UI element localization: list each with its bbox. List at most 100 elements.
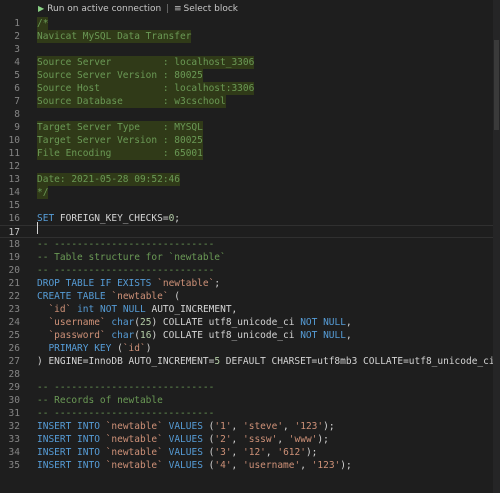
code-text: */: [37, 186, 49, 199]
code-line[interactable]: 34 INSERT INTO `newtable` VALUES ('3', '1…: [0, 446, 500, 459]
code-text: Source Database : w3cschool: [37, 95, 226, 108]
line-number: 35: [8, 460, 20, 471]
code-token: (: [202, 447, 215, 458]
code-token: VALUES: [168, 460, 203, 471]
code-token: -- ----------------------------: [37, 265, 215, 276]
code-text: -- Records of newtable: [37, 394, 163, 407]
code-line[interactable]: 4 Source Server : localhost_3306: [0, 56, 500, 69]
code-line[interactable]: 21 DROP TABLE IF EXISTS `newtable`;: [0, 277, 500, 290]
code-token: `id`: [48, 304, 72, 315]
code-token: );: [323, 421, 335, 432]
code-token: SET: [37, 213, 55, 224]
code-line[interactable]: 9 Target Server Type : MYSQL: [0, 121, 500, 134]
line-number: 7: [14, 96, 20, 107]
code-text: ) ENGINE=InnoDB AUTO_INCREMENT=5 DEFAULT…: [37, 355, 500, 368]
code-token: INSERT INTO: [37, 447, 100, 458]
code-token: 'username': [243, 460, 301, 471]
code-line[interactable]: 35 INSERT INTO `newtable` VALUES ('4', 'u…: [0, 459, 500, 472]
code-token: '123': [311, 460, 341, 471]
code-line[interactable]: 30 -- Records of newtable: [0, 394, 500, 407]
code-line[interactable]: 27) ENGINE=InnoDB AUTO_INCREMENT=5 DEFAU…: [0, 355, 500, 368]
code-line[interactable]: 13 Date: 2021-05-28 09:52:46: [0, 173, 500, 186]
code-line[interactable]: 20 -- ----------------------------: [0, 264, 500, 277]
code-token: 'steve': [243, 421, 284, 432]
code-token: `password`: [48, 330, 106, 341]
code-line[interactable]: 15: [0, 199, 500, 212]
code-token: DEFAULT CHARSET=utf8mb3 COLLATE=utf8_uni…: [220, 356, 500, 367]
code-text: -- ----------------------------: [37, 407, 214, 420]
vertical-scrollbar[interactable]: [493, 0, 500, 493]
code-line[interactable]: 28: [0, 368, 500, 381]
code-token: 25: [140, 317, 152, 328]
code-token: Source Host : localhost:3306: [37, 83, 255, 94]
code-line[interactable]: 22 CREATE TABLE `newtable` (: [0, 290, 500, 303]
code-token: ,: [231, 434, 243, 445]
line-number: 3: [14, 44, 20, 55]
code-token: FOREIGN_KEY_CHECKS=: [54, 213, 169, 224]
code-text: -- Table structure for `newtable`: [37, 251, 226, 264]
code-text: Navicat MySQL Data Transfer: [37, 30, 192, 43]
code-line[interactable]: 7 Source Database : w3cschool: [0, 95, 500, 108]
code-token: ,: [300, 460, 312, 471]
code-line[interactable]: 17: [0, 225, 500, 238]
select-lines-icon: ≡: [173, 4, 182, 14]
line-number: 11: [8, 148, 20, 159]
select-block-link[interactable]: ≡ Select block: [174, 4, 238, 14]
scrollbar-thumb[interactable]: [494, 40, 499, 130]
code-token: char: [111, 317, 135, 328]
code-line[interactable]: 29 -- ----------------------------: [0, 381, 500, 394]
line-number: 28: [8, 369, 20, 380]
line-number: 5: [14, 70, 20, 81]
code-line[interactable]: 31 -- ----------------------------: [0, 407, 500, 420]
code-text: -- ----------------------------: [37, 238, 214, 251]
code-line[interactable]: 5 Source Server Version : 80025: [0, 69, 500, 82]
code-token: ;: [214, 278, 221, 289]
code-text: CREATE TABLE `newtable` (: [37, 290, 180, 303]
code-token: NOT NULL: [300, 317, 346, 328]
code-token: INSERT INTO: [37, 421, 100, 432]
code-line[interactable]: 10 Target Server Version : 80025: [0, 134, 500, 147]
code-line[interactable]: 2 Navicat MySQL Data Transfer: [0, 30, 500, 43]
code-text: Source Server : localhost_3306: [37, 56, 255, 69]
code-line[interactable]: 12: [0, 160, 500, 173]
code-token: -- ----------------------------: [37, 382, 215, 393]
code-token: ;: [174, 213, 181, 224]
code-token: '2': [214, 434, 232, 445]
sql-editor[interactable]: ▶ Run on active connection | ≡ Select bloc…: [0, 0, 500, 493]
code-token: NOT NULL: [300, 330, 346, 341]
code-line[interactable]: 14 */: [0, 186, 500, 199]
code-line[interactable]: 16 SET FOREIGN_KEY_CHECKS=0;: [0, 212, 500, 225]
code-line[interactable]: 11 File Encoding : 65001: [0, 147, 500, 160]
line-number: 10: [8, 135, 20, 146]
code-line[interactable]: 24 `username` char(25) COLLATE utf8_unic…: [0, 316, 500, 329]
code-text: SET FOREIGN_KEY_CHECKS=0;: [37, 212, 180, 225]
code-token: '123': [294, 421, 324, 432]
code-line[interactable]: 32 INSERT INTO `newtable` VALUES ('1', 's…: [0, 420, 500, 433]
run-on-active-connection-link[interactable]: ▶ Run on active connection: [38, 4, 161, 14]
line-number: 30: [8, 395, 20, 406]
code-line[interactable]: 1 /*: [0, 17, 500, 30]
line-number: 4: [14, 57, 20, 68]
code-token: 16: [140, 330, 152, 341]
code-token: -- Records of newtable: [37, 395, 163, 406]
line-number: 20: [8, 265, 20, 276]
code-line[interactable]: 6 Source Host : localhost:3306: [0, 82, 500, 95]
code-token: );: [305, 447, 318, 458]
code-line[interactable]: 19 -- Table structure for `newtable`: [0, 251, 500, 264]
code-line[interactable]: 3: [0, 43, 500, 56]
code-line[interactable]: 18 -- ----------------------------: [0, 238, 500, 251]
code-token: VALUES: [168, 434, 203, 445]
codelens-bar: ▶ Run on active connection | ≡ Select bloc…: [38, 2, 238, 16]
code-line[interactable]: 26 PRIMARY KEY (`id`): [0, 342, 500, 355]
code-line[interactable]: 33 INSERT INTO `newtable` VALUES ('2', 's…: [0, 433, 500, 446]
code-text: Target Server Version : 80025: [37, 134, 203, 147]
code-line[interactable]: 23 `id` int NOT NULL AUTO_INCREMENT,: [0, 303, 500, 316]
code-line[interactable]: 8: [0, 108, 500, 121]
code-token: Navicat MySQL Data Transfer: [37, 31, 192, 42]
code-token: ,: [277, 434, 289, 445]
code-token: ,: [265, 447, 278, 458]
code-line[interactable]: 25 `password` char(16) COLLATE utf8_unic…: [0, 329, 500, 342]
line-number: 29: [8, 382, 20, 393]
